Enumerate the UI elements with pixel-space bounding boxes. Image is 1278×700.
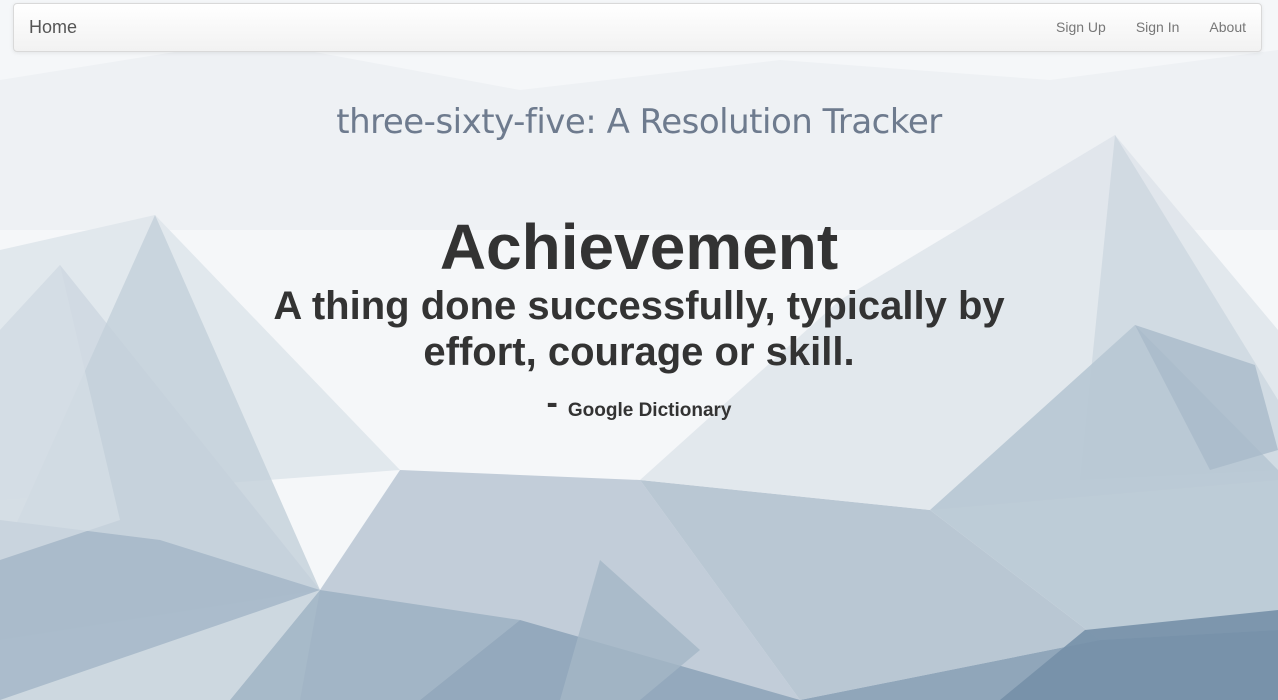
sign-in-link[interactable]: Sign In xyxy=(1121,4,1195,51)
source-dash: - xyxy=(546,384,558,422)
definition-text: A thing done successfully, typically by … xyxy=(273,284,1005,374)
home-link[interactable]: Home xyxy=(29,4,77,51)
top-navbar: Home Sign Up Sign In About xyxy=(13,3,1262,52)
source-name: Google Dictionary xyxy=(567,400,732,421)
nav-links: Sign Up Sign In About xyxy=(1041,4,1261,51)
sign-up-link[interactable]: Sign Up xyxy=(1041,4,1121,51)
app-title: three-sixty-five: A Resolution Tracker xyxy=(336,102,942,142)
definition-source: - Google Dictionary xyxy=(0,384,1278,423)
definition-word: Achievement xyxy=(439,211,839,283)
about-link[interactable]: About xyxy=(1194,4,1261,51)
